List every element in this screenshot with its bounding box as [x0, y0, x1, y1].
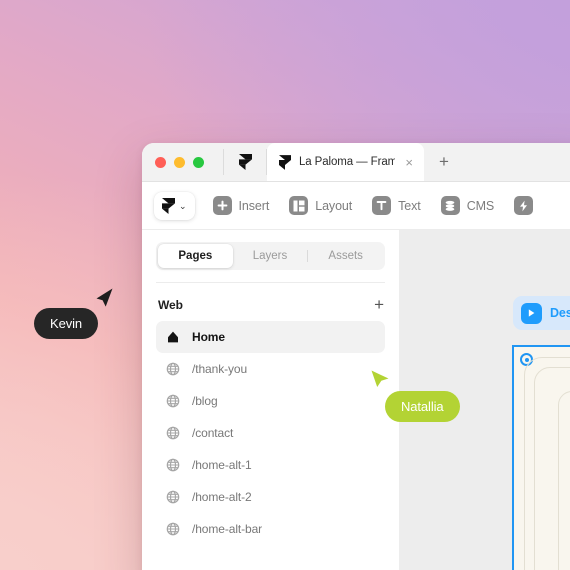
canvas-frame-desktop[interactable] — [512, 345, 570, 570]
page-item-label: /home-alt-1 — [192, 458, 252, 472]
chevron-down-icon: ⌄ — [179, 201, 187, 211]
cursor-name-badge: Natallia — [385, 391, 460, 422]
page-item-label: /thank-you — [192, 362, 248, 376]
page-item-label: /blog — [192, 394, 218, 408]
tab-layers[interactable]: Layers — [233, 244, 308, 268]
page-item-thank-you[interactable]: /thank-you — [156, 353, 385, 385]
page-item-home-alt-1[interactable]: /home-alt-1 — [156, 449, 385, 481]
play-icon — [521, 302, 542, 324]
page-item-label: /home-alt-2 — [192, 490, 252, 504]
layout-icon — [289, 196, 309, 215]
globe-icon — [166, 458, 180, 472]
browser-tab-bar: La Paloma — Fram. × + — [142, 143, 570, 182]
toolbar-effects-button[interactable] — [514, 196, 540, 215]
close-icon[interactable]: × — [403, 156, 415, 169]
globe-icon — [166, 522, 180, 536]
framer-pinned-tab[interactable] — [224, 143, 266, 181]
framer-menu-button[interactable]: ⌄ — [154, 191, 195, 220]
new-tab-button[interactable]: + — [424, 143, 464, 181]
breakpoint-badge-desktop[interactable]: Desktop — [513, 296, 570, 330]
toolbar-insert-label: Insert — [238, 198, 270, 213]
tab-title: La Paloma — Fram. — [299, 156, 396, 168]
toolbar-cms-label: CMS — [466, 198, 495, 213]
add-page-button[interactable]: + — [374, 296, 384, 313]
page-item-home-alt-2[interactable]: /home-alt-2 — [156, 481, 385, 513]
window-body: Pages Layers Assets Web + Home /thank-yo… — [142, 230, 570, 570]
frame-inner-layer-c — [558, 391, 570, 570]
toolbar-cms-button[interactable]: CMS — [440, 196, 495, 215]
page-item-home[interactable]: Home — [156, 321, 385, 353]
tab-pages[interactable]: Pages — [158, 244, 233, 268]
page-item-label: Home — [192, 330, 225, 344]
page-item-blog[interactable]: /blog — [156, 385, 385, 417]
minimize-window-button[interactable] — [174, 156, 185, 168]
framer-app-window: La Paloma — Fram. × + ⌄ Insert Layout Te… — [142, 143, 570, 570]
page-item-home-alt-bar[interactable]: /home-alt-bar — [156, 513, 385, 545]
home-icon — [168, 331, 178, 343]
sidebar-tab-group: Pages Layers Assets — [156, 242, 385, 270]
toolbar-text-button[interactable]: Text — [372, 196, 421, 215]
pages-sidebar: Pages Layers Assets Web + Home /thank-yo… — [142, 230, 400, 570]
page-list: Home /thank-you /blog /contact /home-alt… — [142, 321, 399, 545]
cursor-name-badge: Kevin — [34, 308, 99, 339]
toolbar-layout-button[interactable]: Layout — [289, 196, 352, 215]
breakpoint-label: Desktop — [550, 306, 570, 320]
page-group-title: Web — [158, 297, 183, 312]
page-item-contact[interactable]: /contact — [156, 417, 385, 449]
desktop-background: La Paloma — Fram. × + ⌄ Insert Layout Te… — [0, 0, 570, 570]
plus-icon — [212, 196, 232, 215]
close-window-button[interactable] — [155, 156, 166, 168]
window-traffic-lights — [142, 143, 223, 181]
app-toolbar: ⌄ Insert Layout Text CMS — [142, 182, 570, 230]
globe-icon — [166, 490, 180, 504]
page-item-label: /contact — [192, 426, 234, 440]
maximize-window-button[interactable] — [193, 156, 204, 168]
tab-assets[interactable]: Assets — [308, 244, 383, 268]
framer-logo-icon — [238, 154, 252, 170]
browser-tab-la-paloma[interactable]: La Paloma — Fram. × — [267, 143, 424, 181]
page-group-header: Web + — [142, 283, 399, 321]
globe-icon — [166, 394, 180, 408]
globe-icon — [166, 362, 180, 376]
toolbar-insert-button[interactable]: Insert — [212, 196, 270, 215]
framer-logo-icon — [162, 197, 175, 214]
toolbar-layout-label: Layout — [315, 198, 353, 213]
framer-logo-icon — [279, 154, 291, 170]
globe-icon — [166, 426, 180, 440]
text-icon — [372, 196, 392, 215]
lightning-icon — [514, 196, 534, 215]
cursor-arrow-icon — [96, 288, 113, 307]
page-item-label: /home-alt-bar — [192, 522, 263, 536]
toolbar-text-label: Text — [398, 198, 421, 213]
cursor-arrow-icon — [371, 370, 389, 387]
database-icon — [440, 196, 460, 215]
